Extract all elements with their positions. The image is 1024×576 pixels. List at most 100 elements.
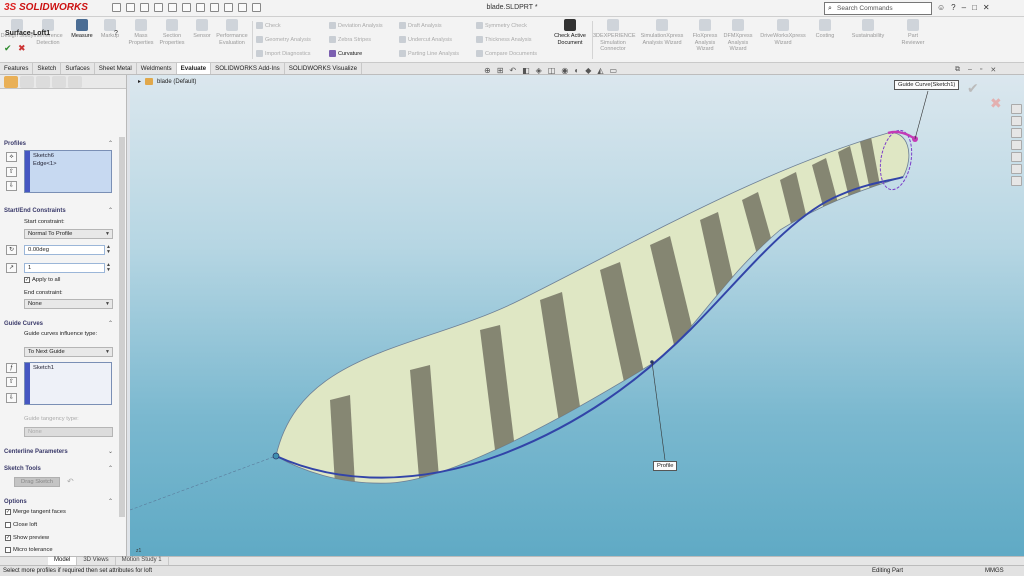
import-diagnostics-button[interactable]: Import Diagnostics xyxy=(256,50,311,57)
doc-restore-icon[interactable]: ▫ xyxy=(980,66,982,74)
profiles-heading[interactable]: Profiles xyxy=(4,141,26,147)
sustainability-button[interactable]: Sustainability xyxy=(846,19,890,40)
tab-weldments[interactable]: Weldments xyxy=(137,63,177,74)
expand-icon[interactable]: ⌄ xyxy=(108,448,113,455)
feature-manager-tab-icon[interactable] xyxy=(4,76,18,88)
edit-appearance-icon[interactable]: ◆ xyxy=(585,66,591,75)
collapse-icon[interactable]: ⌃ xyxy=(108,140,113,147)
move-down-icon[interactable]: ⇩ xyxy=(6,181,17,191)
simulationxpress-button[interactable]: SimulationXpress Analysis Wizard xyxy=(639,19,685,46)
performance-evaluation-button[interactable]: Performance Evaluation xyxy=(215,19,249,46)
appearances-icon[interactable] xyxy=(1011,152,1022,162)
help-icon[interactable]: ? xyxy=(951,3,955,12)
simulation-connector-button[interactable]: 3DEXPERIENCE Simulation Connector xyxy=(593,19,636,53)
section-view-icon[interactable]: ◧ xyxy=(522,66,530,75)
display-manager-tab-icon[interactable] xyxy=(68,76,82,88)
user-icon[interactable]: ☺ xyxy=(937,3,945,12)
minimize-icon[interactable]: – xyxy=(962,3,966,12)
profile-callout[interactable]: Profile xyxy=(653,461,678,471)
close-icon[interactable]: ✕ xyxy=(983,3,990,12)
view-orientation-icon[interactable]: ◫ xyxy=(548,66,556,75)
graphics-area[interactable] xyxy=(130,75,1024,565)
collapse-icon[interactable]: ⌃ xyxy=(108,498,113,505)
geometry-analysis-button[interactable]: Geometry Analysis xyxy=(256,36,311,43)
guide-influence-select[interactable]: To Next Guide ▼ xyxy=(24,347,113,357)
search-commands-input[interactable]: ⌕ Search Commands xyxy=(824,2,932,15)
merge-tangent-checkbox[interactable]: ✓ Merge tangent faces xyxy=(5,509,66,515)
micro-tolerance-checkbox[interactable]: Micro tolerance xyxy=(5,547,53,553)
forum-icon[interactable] xyxy=(1011,176,1022,186)
ok-button[interactable]: ✔ xyxy=(4,43,12,54)
tab-features[interactable]: Features xyxy=(0,63,34,74)
configuration-manager-tab-icon[interactable] xyxy=(36,76,50,88)
apply-to-all-checkbox[interactable]: ✓ Apply to all xyxy=(24,277,60,283)
costing-button[interactable]: Costing xyxy=(808,19,842,40)
compare-documents-button[interactable]: Compare Documents xyxy=(476,50,537,57)
guide-curves-list[interactable]: Sketch1 xyxy=(24,362,112,405)
restore-icon[interactable]: □ xyxy=(972,3,977,12)
panel-scrollbar[interactable] xyxy=(119,137,125,517)
view-palette-icon[interactable] xyxy=(1011,140,1022,150)
guide-curves-heading[interactable]: Guide Curves xyxy=(4,321,43,327)
doc-minimize-icon[interactable]: – xyxy=(968,66,972,74)
driveworksxpress-button[interactable]: DriveWorksXpress Wizard xyxy=(758,19,808,46)
help-icon[interactable]: ? xyxy=(114,30,118,37)
tab-surfaces[interactable]: Surfaces xyxy=(61,63,95,74)
collapse-icon[interactable]: ⌃ xyxy=(108,207,113,214)
deviation-analysis-button[interactable]: Deviation Analysis xyxy=(329,22,383,29)
move-up-icon[interactable]: ⇧ xyxy=(6,167,17,177)
profiles-list[interactable]: Sketch6 Edge<1> xyxy=(24,150,112,193)
guide-tangency-select[interactable]: None xyxy=(24,427,113,437)
tab-evaluate[interactable]: Evaluate xyxy=(176,63,212,74)
list-item[interactable]: Sketch1 xyxy=(33,364,108,372)
design-library-icon[interactable] xyxy=(1011,116,1022,126)
collapse-icon[interactable]: ⌃ xyxy=(108,465,113,472)
previous-view-icon[interactable]: ↶ xyxy=(509,66,516,75)
tab-motion-study[interactable]: Motion Study 1 xyxy=(116,557,169,565)
draft-angle-input[interactable]: 0.00deg xyxy=(24,245,105,255)
hide-show-icon[interactable]: ◐ xyxy=(574,66,579,75)
drag-sketch-button[interactable]: Drag Sketch xyxy=(14,477,60,487)
angle-spinner-icon[interactable]: ▲ ▼ xyxy=(106,245,111,255)
tab-sheet-metal[interactable]: Sheet Metal xyxy=(95,63,137,74)
close-loft-checkbox[interactable]: Close loft xyxy=(5,522,37,528)
centerline-heading[interactable]: Centerline Parameters xyxy=(4,449,68,455)
move-up-icon[interactable]: ⇧ xyxy=(6,377,17,387)
draft-analysis-button[interactable]: Draft Analysis xyxy=(399,22,442,29)
zoom-to-fit-icon[interactable]: ⊕ xyxy=(484,66,491,75)
tab-3d-views[interactable]: 3D Views xyxy=(77,557,116,565)
start-constraint-select[interactable]: Normal To Profile ▼ xyxy=(24,229,113,239)
symmetry-check-button[interactable]: Symmetry Check xyxy=(476,22,527,29)
doc-close-icon[interactable]: ✕ xyxy=(990,66,996,74)
sketch-tools-heading[interactable]: Sketch Tools xyxy=(4,466,41,472)
undercut-analysis-button[interactable]: Undercut Analysis xyxy=(399,36,452,43)
floxpress-button[interactable]: FloXpress Analysis Wizard xyxy=(688,19,722,53)
units-selector[interactable]: MMGS xyxy=(985,568,1004,574)
resources-icon[interactable] xyxy=(1011,104,1022,114)
move-down-icon[interactable]: ⇩ xyxy=(6,393,17,403)
check-active-document-button[interactable]: Check Active Document xyxy=(551,19,589,46)
tab-sketch[interactable]: Sketch xyxy=(33,63,62,74)
collapse-icon[interactable]: ⌃ xyxy=(108,320,113,327)
tab-visualize[interactable]: SOLIDWORKS Visualize xyxy=(285,63,363,74)
tab-add-ins[interactable]: SOLIDWORKS Add-Ins xyxy=(211,63,285,74)
sensor-button[interactable]: Sensor xyxy=(185,19,219,40)
file-explorer-icon[interactable] xyxy=(1011,128,1022,138)
show-preview-checkbox[interactable]: ✓ Show preview xyxy=(5,535,49,541)
restore-view-icon[interactable]: ⧉ xyxy=(955,66,960,74)
check-button[interactable]: Check xyxy=(256,22,281,29)
thickness-analysis-button[interactable]: Thickness Analysis xyxy=(476,36,531,43)
custom-properties-icon[interactable] xyxy=(1011,164,1022,174)
dynamic-annotation-icon[interactable]: ◈ xyxy=(536,66,542,75)
display-style-icon[interactable]: ◉ xyxy=(561,66,568,75)
zebra-stripes-button[interactable]: Zebra Stripes xyxy=(329,36,371,43)
part-reviewer-button[interactable]: Part Reviewer xyxy=(896,19,930,46)
constraints-heading[interactable]: Start/End Constraints xyxy=(4,208,66,214)
cancel-button[interactable]: ✖ xyxy=(18,43,26,54)
property-manager-tab-icon[interactable] xyxy=(20,76,34,88)
dfmxpress-button[interactable]: DFMXpress Analysis Wizard xyxy=(721,19,755,53)
list-item[interactable]: Edge<1> xyxy=(33,160,108,168)
curvature-button[interactable]: Curvature xyxy=(329,50,362,57)
confirm-cancel-icon[interactable]: ✖ xyxy=(990,95,1002,112)
undo-sketch-drag-icon[interactable]: ↶ xyxy=(67,477,74,486)
